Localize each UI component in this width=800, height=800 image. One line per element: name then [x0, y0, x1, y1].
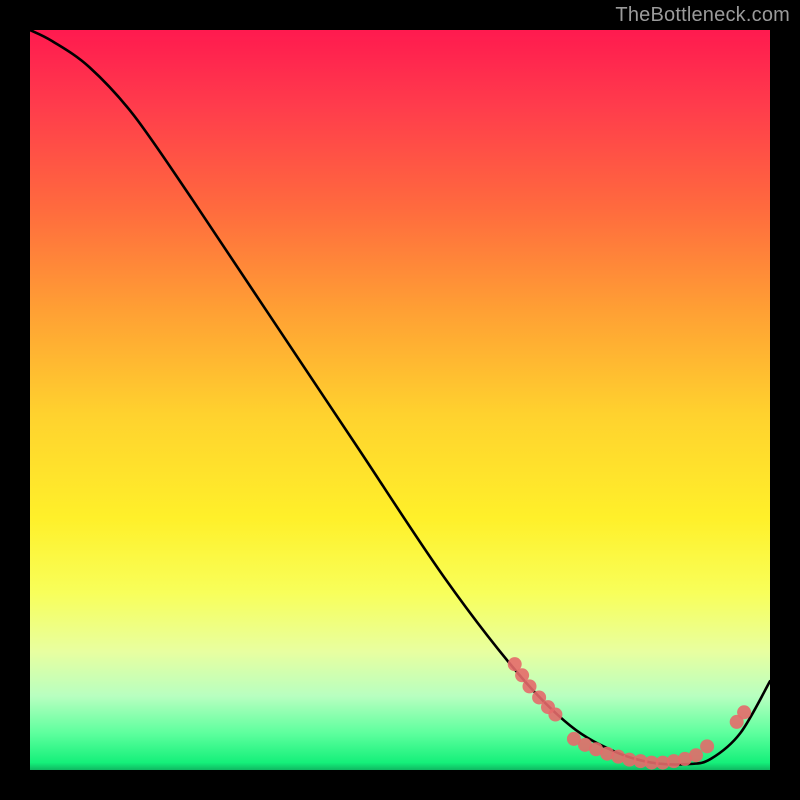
chart-svg: [30, 30, 770, 770]
plot-area: [30, 30, 770, 770]
bottleneck-curve: [30, 30, 770, 764]
data-marker: [523, 679, 537, 693]
data-marker: [689, 748, 703, 762]
watermark-text: TheBottleneck.com: [615, 4, 790, 27]
marker-layer: [508, 657, 751, 769]
chart-stage: TheBottleneck.com: [0, 0, 800, 800]
data-marker: [737, 705, 751, 719]
data-marker: [548, 708, 562, 722]
curve-layer: [30, 30, 770, 764]
data-marker: [700, 739, 714, 753]
